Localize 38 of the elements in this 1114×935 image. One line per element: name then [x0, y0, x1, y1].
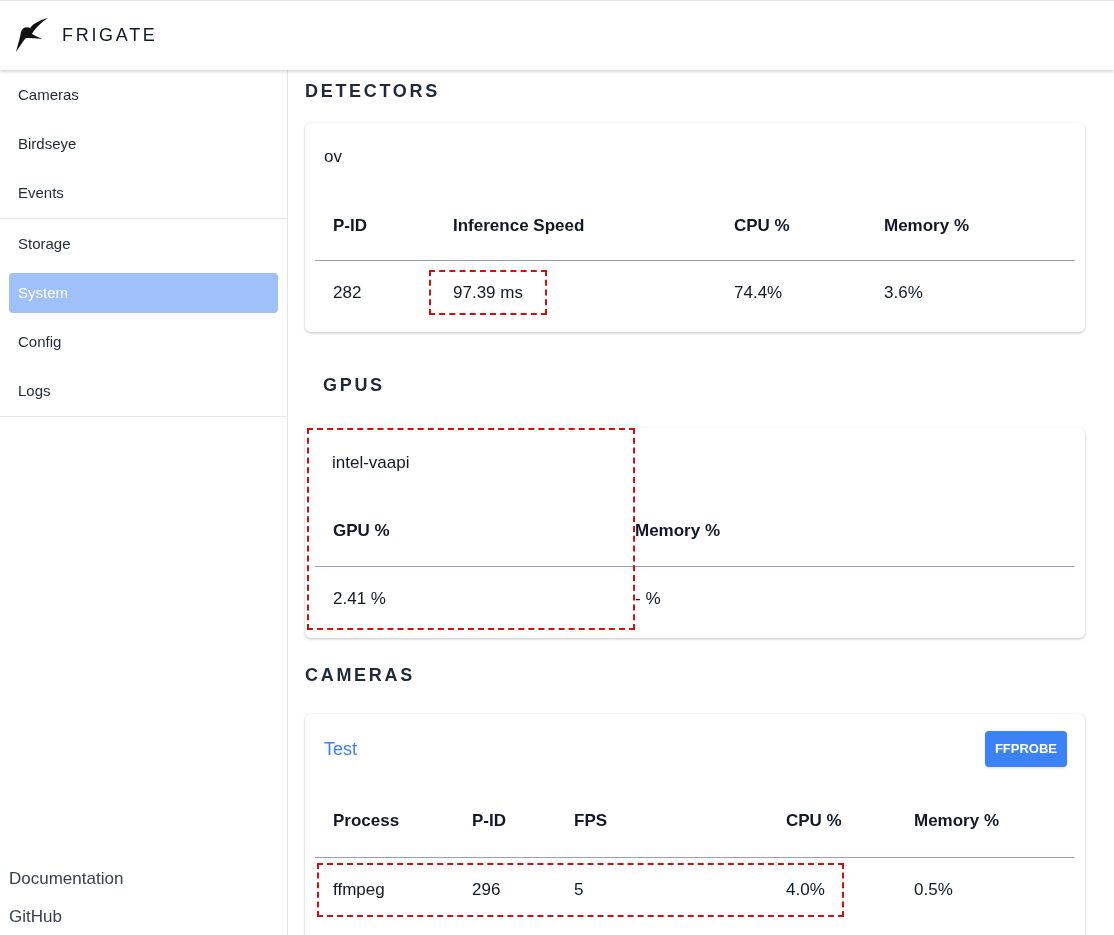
- app-title: FRIGATE: [62, 24, 158, 47]
- column-header: Memory %: [884, 215, 970, 235]
- column-header: P-ID: [333, 215, 367, 235]
- column-header: Inference Speed: [453, 215, 585, 235]
- table-cell-text: - %: [635, 587, 661, 610]
- table-cell: 5: [574, 880, 584, 900]
- table-cell: 4.0%: [786, 880, 825, 900]
- table-cell: ffmpeg: [333, 880, 385, 900]
- column-header: Process: [333, 810, 400, 830]
- table-cell-text: 282: [333, 281, 362, 304]
- section-heading: GPUS: [322, 374, 386, 397]
- column-header: P-ID: [472, 810, 506, 830]
- column-header: FPS: [574, 810, 608, 830]
- table-cell-text: 2.41 %: [333, 587, 386, 610]
- table-cell-text: 3.6%: [884, 281, 923, 304]
- gpu-name: intel-vaapi: [331, 452, 410, 475]
- nav-item[interactable]: Storage: [9, 224, 278, 264]
- column-header: CPU %: [786, 810, 842, 830]
- detector-name: ov: [323, 146, 342, 169]
- camera-link[interactable]: Test: [324, 735, 357, 763]
- ffprobe-button[interactable]: FFPROBE: [984, 731, 1067, 767]
- footer-link[interactable]: GitHub: [9, 903, 62, 929]
- nav-item[interactable]: Birdseye: [9, 124, 278, 164]
- column-header: Memory %: [635, 520, 721, 543]
- section-heading: DETECTORS: [305, 80, 441, 103]
- section-heading: CAMERAS: [305, 664, 416, 687]
- table-cell: 296: [472, 880, 501, 900]
- nav-item[interactable]: Logs: [9, 371, 278, 411]
- nav-item[interactable]: Events: [9, 173, 278, 213]
- column-header: GPU %: [333, 520, 390, 543]
- nav-item[interactable]: Cameras: [9, 75, 278, 115]
- table-cell-text: 74.4%: [734, 281, 783, 304]
- table-cell: 97.39 ms: [431, 271, 545, 314]
- column-header: CPU %: [734, 215, 790, 235]
- table-cell: 0.5%: [914, 880, 953, 900]
- column-header: Memory %: [914, 810, 1000, 830]
- footer-link[interactable]: Documentation: [9, 866, 124, 892]
- nav-item[interactable]: Config: [9, 322, 278, 362]
